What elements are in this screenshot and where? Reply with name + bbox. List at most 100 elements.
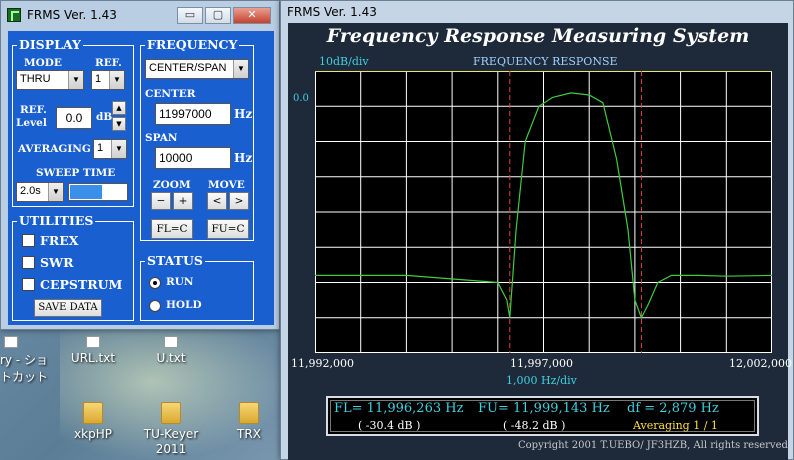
copyright-text: Copyright 2001 T.UEBO/ JF3HZB, All right…	[518, 440, 792, 451]
desktop-icon-url-txt[interactable]: URL.txt	[58, 336, 128, 365]
main-window-titlebar[interactable]: FRMS Ver. 1.43	[281, 1, 793, 23]
sweep-time-select[interactable]: 2.0s ▼	[16, 182, 64, 202]
sweep-progress-bar	[68, 183, 128, 201]
status-group: STATUS	[140, 253, 254, 321]
fu-db-readout: ( -48.2 dB )	[503, 419, 566, 432]
frms-main-window: FRMS Ver. 1.43 Frequency Response Measur…	[280, 0, 794, 460]
control-window-titlebar[interactable]: FRMS Ver. 1.43 ▭ ▢ ✕	[1, 1, 279, 29]
maximize-button[interactable]: ▢	[205, 7, 231, 24]
utilities-group-title: UTILITIES	[17, 213, 96, 228]
ref-select-value: 1	[95, 73, 102, 85]
desktop-icon-label: URL.txt	[70, 351, 116, 365]
main-client: Frequency Response Measuring System 10dB…	[288, 23, 792, 460]
ref-level-input[interactable]: 0.0	[56, 107, 92, 129]
chevron-down-icon: ▼	[233, 60, 248, 78]
ref-level-unit: dB	[96, 111, 113, 123]
mode-select-value: THRU	[20, 73, 51, 85]
sweep-progress-fill	[70, 185, 102, 199]
hold-label: HOLD	[166, 299, 202, 311]
plot-title: FREQUENCY RESPONSE	[473, 55, 618, 68]
averaging-label: AVERAGING	[18, 143, 91, 155]
move-label: MOVE	[208, 179, 245, 191]
x-tick-min: 11,992,000	[291, 357, 354, 370]
frequency-mode-select[interactable]: CENTER/SPAN ▼	[145, 59, 249, 79]
sweep-time-value: 2.0s	[20, 185, 41, 197]
chevron-down-icon: ▼	[48, 183, 63, 201]
zoom-in-button[interactable]: +	[173, 192, 193, 210]
ref-level-up-button[interactable]: ▲	[112, 101, 126, 115]
y-scale-label: 10dB/div	[319, 55, 369, 68]
ref-level-label: REF. Level	[16, 104, 47, 129]
desktop-icon-tu-keyer[interactable]: TU-Keyer 2011	[136, 402, 206, 457]
fl-readout: FL= 11,996,263 Hz	[334, 401, 464, 416]
control-panel: DISPLAY MODE REF. THRU ▼ 1 ▼ REF. Level …	[8, 31, 274, 325]
desktop-icon-label: TU-Keyer 2011	[143, 427, 199, 456]
display-group-title: DISPLAY	[17, 37, 83, 52]
run-radio[interactable]	[149, 277, 161, 289]
app-icon	[7, 8, 21, 22]
averaging-readout: Averaging 1 / 1	[633, 419, 718, 432]
folder-icon	[239, 402, 259, 424]
span-label: SPAN	[145, 132, 178, 144]
ref-level-readout: 0.0	[293, 93, 309, 104]
desktop-icon-u-txt[interactable]: U.txt	[136, 336, 206, 365]
folder-icon	[161, 402, 181, 424]
x-tick-max: 12,002,000	[729, 357, 792, 370]
frms-control-window: FRMS Ver. 1.43 ▭ ▢ ✕ DISPLAY MODE REF. T…	[0, 0, 280, 330]
center-label: CENTER	[145, 88, 196, 100]
center-unit: Hz	[234, 107, 253, 121]
fl-equals-c-button[interactable]: FL=C	[151, 219, 193, 239]
center-frequency-input[interactable]: 11997000	[155, 103, 231, 125]
df-readout: df = 2,879 Hz	[627, 401, 719, 416]
averaging-select[interactable]: 1 ▼	[93, 139, 127, 159]
chevron-down-icon: ▼	[68, 71, 83, 89]
desktop-icon-trx[interactable]: TRX	[214, 402, 284, 441]
swr-checkbox[interactable]	[22, 256, 35, 269]
fl-db-readout: ( -30.4 dB )	[358, 419, 421, 432]
swr-label: SWR	[40, 255, 74, 270]
chevron-down-icon: ▼	[109, 71, 124, 89]
mode-label: MODE	[24, 57, 62, 69]
hold-radio[interactable]	[149, 300, 161, 312]
x-tick-center: 11,997,000	[510, 357, 573, 370]
main-heading: Frequency Response Measuring System	[326, 25, 750, 47]
text-file-icon	[86, 336, 100, 348]
shortcut-icon	[4, 336, 18, 348]
marker-readout-panel: FL= 11,996,263 Hz FU= 11,999,143 Hz df =…	[326, 396, 759, 436]
move-right-button[interactable]: >	[229, 192, 249, 210]
zoom-label: ZOOM	[153, 179, 191, 191]
save-data-button[interactable]: SAVE DATA	[34, 299, 102, 317]
desktop-icon-label: U.txt	[156, 351, 186, 365]
desktop-icon-label: TRX	[237, 427, 261, 441]
fu-equals-c-button[interactable]: FU=C	[207, 219, 249, 239]
frex-checkbox[interactable]	[22, 234, 35, 247]
zoom-out-button[interactable]: −	[151, 192, 171, 210]
folder-icon	[83, 402, 103, 424]
averaging-select-value: 1	[97, 142, 104, 154]
text-file-icon	[164, 336, 178, 348]
desktop-icon-xkphp[interactable]: xkpHP	[58, 402, 128, 441]
chevron-down-icon: ▼	[111, 140, 126, 158]
frex-label: FREX	[40, 233, 79, 248]
close-button[interactable]: ✕	[233, 7, 271, 24]
span-unit: Hz	[234, 151, 253, 165]
span-input[interactable]: 10000	[155, 147, 231, 169]
sweep-time-label: SWEEP TIME	[36, 167, 116, 179]
move-left-button[interactable]: <	[207, 192, 227, 210]
mode-select[interactable]: THRU ▼	[16, 70, 84, 90]
fu-readout: FU= 11,999,143 Hz	[478, 401, 610, 416]
ref-level-down-button[interactable]: ▼	[112, 117, 126, 131]
minimize-button[interactable]: ▭	[177, 7, 203, 24]
cepstrum-label: CEPSTRUM	[40, 277, 123, 292]
x-scale-label: 1,000 Hz/div	[506, 374, 577, 387]
cepstrum-checkbox[interactable]	[22, 278, 35, 291]
control-window-title: FRMS Ver. 1.43	[27, 8, 117, 22]
ref-label: REF.	[95, 57, 122, 69]
desktop-icon-label: xkpHP	[74, 427, 112, 441]
frequency-group-title: FREQUENCY	[145, 37, 240, 52]
frequency-response-plot	[315, 71, 772, 353]
main-window-title: FRMS Ver. 1.43	[287, 5, 377, 19]
status-group-title: STATUS	[145, 253, 205, 268]
run-label: RUN	[166, 276, 194, 288]
ref-select[interactable]: 1 ▼	[91, 70, 125, 90]
